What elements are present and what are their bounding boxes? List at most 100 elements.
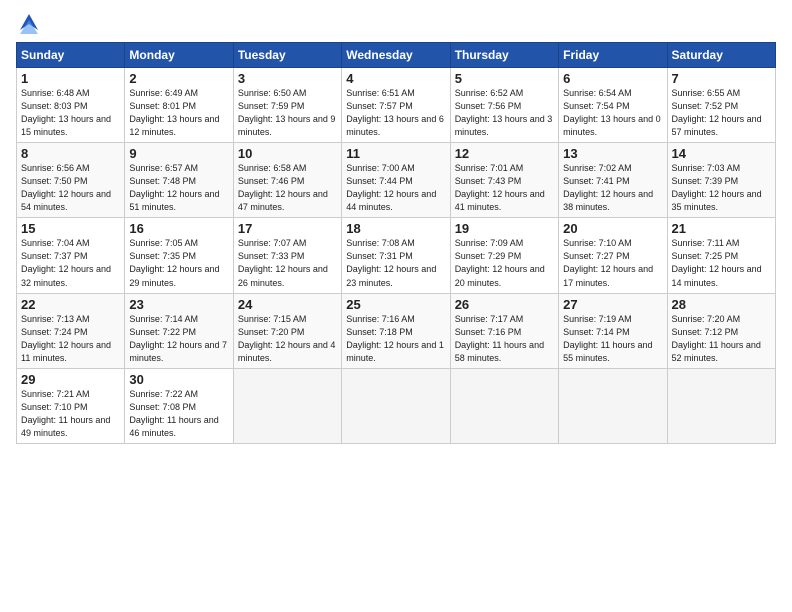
day-info: Sunrise: 7:17 AMSunset: 7:16 PMDaylight:…	[455, 314, 544, 363]
calendar-week-4: 22Sunrise: 7:13 AMSunset: 7:24 PMDayligh…	[17, 293, 776, 368]
day-info: Sunrise: 7:21 AMSunset: 7:10 PMDaylight:…	[21, 389, 110, 438]
day-info: Sunrise: 7:22 AMSunset: 7:08 PMDaylight:…	[129, 389, 218, 438]
day-number: 15	[21, 221, 120, 236]
day-info: Sunrise: 7:11 AMSunset: 7:25 PMDaylight:…	[672, 238, 762, 287]
day-info: Sunrise: 6:55 AMSunset: 7:52 PMDaylight:…	[672, 88, 762, 137]
calendar-cell: 2Sunrise: 6:49 AMSunset: 8:01 PMDaylight…	[125, 68, 233, 143]
calendar-header-friday: Friday	[559, 43, 667, 68]
calendar-cell	[233, 368, 341, 443]
calendar-cell: 16 Sunrise: 7:05 AMSunset: 7:35 PMDayligh…	[125, 218, 233, 293]
calendar-cell: 19 Sunrise: 7:09 AMSunset: 7:29 PMDayligh…	[450, 218, 558, 293]
day-info: Sunrise: 7:13 AMSunset: 7:24 PMDaylight:…	[21, 314, 111, 363]
calendar-header-sunday: Sunday	[17, 43, 125, 68]
day-info: Sunrise: 7:14 AMSunset: 7:22 PMDaylight:…	[129, 314, 227, 363]
calendar-cell	[450, 368, 558, 443]
day-number: 11	[346, 146, 445, 161]
calendar-cell: 6 Sunrise: 6:54 AMSunset: 7:54 PMDaylight…	[559, 68, 667, 143]
day-info: Sunrise: 6:52 AMSunset: 7:56 PMDaylight:…	[455, 88, 553, 137]
calendar-cell: 9 Sunrise: 6:57 AMSunset: 7:48 PMDaylight…	[125, 143, 233, 218]
day-number: 26	[455, 297, 554, 312]
day-number: 24	[238, 297, 337, 312]
logo	[16, 16, 40, 34]
day-number: 17	[238, 221, 337, 236]
day-number: 8	[21, 146, 120, 161]
calendar-cell: 29Sunrise: 7:21 AMSunset: 7:10 PMDayligh…	[17, 368, 125, 443]
calendar-table: SundayMondayTuesdayWednesdayThursdayFrid…	[16, 42, 776, 444]
day-info: Sunrise: 7:20 AMSunset: 7:12 PMDaylight:…	[672, 314, 761, 363]
calendar-header-thursday: Thursday	[450, 43, 558, 68]
calendar-cell: 11 Sunrise: 7:00 AMSunset: 7:44 PMDayligh…	[342, 143, 450, 218]
calendar-cell: 4 Sunrise: 6:51 AMSunset: 7:57 PMDaylight…	[342, 68, 450, 143]
calendar-cell: 28Sunrise: 7:20 AMSunset: 7:12 PMDayligh…	[667, 293, 775, 368]
day-number: 10	[238, 146, 337, 161]
day-info: Sunrise: 7:16 AMSunset: 7:18 PMDaylight:…	[346, 314, 444, 363]
day-number: 20	[563, 221, 662, 236]
day-number: 6	[563, 71, 662, 86]
calendar-header-tuesday: Tuesday	[233, 43, 341, 68]
day-number: 14	[672, 146, 771, 161]
calendar-cell: 1 Sunrise: 6:48 AMSunset: 8:03 PMDaylight…	[17, 68, 125, 143]
day-info: Sunrise: 7:00 AMSunset: 7:44 PMDaylight:…	[346, 163, 436, 212]
day-number: 23	[129, 297, 228, 312]
calendar-cell: 15 Sunrise: 7:04 AMSunset: 7:37 PMDayligh…	[17, 218, 125, 293]
day-info: Sunrise: 7:03 AMSunset: 7:39 PMDaylight:…	[672, 163, 762, 212]
day-info: Sunrise: 7:02 AMSunset: 7:41 PMDaylight:…	[563, 163, 653, 212]
day-number: 12	[455, 146, 554, 161]
calendar-cell: 17 Sunrise: 7:07 AMSunset: 7:33 PMDayligh…	[233, 218, 341, 293]
calendar-cell: 14 Sunrise: 7:03 AMSunset: 7:39 PMDayligh…	[667, 143, 775, 218]
day-info: Sunrise: 6:51 AMSunset: 7:57 PMDaylight:…	[346, 88, 444, 137]
calendar-cell: 13Sunrise: 7:02 AMSunset: 7:41 PMDayligh…	[559, 143, 667, 218]
calendar-header-saturday: Saturday	[667, 43, 775, 68]
day-number: 7	[672, 71, 771, 86]
calendar-cell: 30 Sunrise: 7:22 AMSunset: 7:08 PMDayligh…	[125, 368, 233, 443]
day-number: 21	[672, 221, 771, 236]
calendar-cell: 27 Sunrise: 7:19 AMSunset: 7:14 PMDayligh…	[559, 293, 667, 368]
calendar-cell	[667, 368, 775, 443]
day-number: 4	[346, 71, 445, 86]
calendar-cell: 25 Sunrise: 7:16 AMSunset: 7:18 PMDayligh…	[342, 293, 450, 368]
calendar-cell: 26 Sunrise: 7:17 AMSunset: 7:16 PMDayligh…	[450, 293, 558, 368]
day-info: Sunrise: 6:50 AMSunset: 7:59 PMDaylight:…	[238, 88, 336, 137]
calendar-week-1: 1 Sunrise: 6:48 AMSunset: 8:03 PMDaylight…	[17, 68, 776, 143]
day-info: Sunrise: 6:54 AMSunset: 7:54 PMDaylight:…	[563, 88, 661, 137]
day-number: 27	[563, 297, 662, 312]
logo-arrow-icon	[18, 12, 40, 34]
day-number: 3	[238, 71, 337, 86]
day-info: Sunrise: 7:05 AMSunset: 7:35 PMDaylight:…	[129, 238, 219, 287]
day-info: Sunrise: 6:49 AMSunset: 8:01 PMDaylight:…	[129, 88, 219, 137]
day-number: 30	[129, 372, 228, 387]
day-info: Sunrise: 7:10 AMSunset: 7:27 PMDaylight:…	[563, 238, 653, 287]
calendar-cell: 20 Sunrise: 7:10 AMSunset: 7:27 PMDayligh…	[559, 218, 667, 293]
calendar-cell: 23 Sunrise: 7:14 AMSunset: 7:22 PMDayligh…	[125, 293, 233, 368]
calendar-cell	[342, 368, 450, 443]
calendar-header-monday: Monday	[125, 43, 233, 68]
header	[16, 16, 776, 34]
day-info: Sunrise: 7:09 AMSunset: 7:29 PMDaylight:…	[455, 238, 545, 287]
calendar-header-wednesday: Wednesday	[342, 43, 450, 68]
calendar-cell: 10Sunrise: 6:58 AMSunset: 7:46 PMDayligh…	[233, 143, 341, 218]
calendar-cell: 21 Sunrise: 7:11 AMSunset: 7:25 PMDayligh…	[667, 218, 775, 293]
calendar-cell: 5 Sunrise: 6:52 AMSunset: 7:56 PMDaylight…	[450, 68, 558, 143]
day-info: Sunrise: 6:56 AMSunset: 7:50 PMDaylight:…	[21, 163, 111, 212]
day-info: Sunrise: 7:04 AMSunset: 7:37 PMDaylight:…	[21, 238, 111, 287]
day-number: 1	[21, 71, 120, 86]
day-number: 18	[346, 221, 445, 236]
calendar-cell: 3 Sunrise: 6:50 AMSunset: 7:59 PMDaylight…	[233, 68, 341, 143]
calendar-cell: 12 Sunrise: 7:01 AMSunset: 7:43 PMDayligh…	[450, 143, 558, 218]
calendar-cell: 24 Sunrise: 7:15 AMSunset: 7:20 PMDayligh…	[233, 293, 341, 368]
day-info: Sunrise: 6:57 AMSunset: 7:48 PMDaylight:…	[129, 163, 219, 212]
calendar-week-5: 29Sunrise: 7:21 AMSunset: 7:10 PMDayligh…	[17, 368, 776, 443]
day-number: 19	[455, 221, 554, 236]
day-info: Sunrise: 7:15 AMSunset: 7:20 PMDaylight:…	[238, 314, 336, 363]
day-info: Sunrise: 7:19 AMSunset: 7:14 PMDaylight:…	[563, 314, 652, 363]
day-info: Sunrise: 6:48 AMSunset: 8:03 PMDaylight:…	[21, 88, 111, 137]
day-number: 16	[129, 221, 228, 236]
day-number: 9	[129, 146, 228, 161]
calendar-cell	[559, 368, 667, 443]
day-info: Sunrise: 7:01 AMSunset: 7:43 PMDaylight:…	[455, 163, 545, 212]
day-info: Sunrise: 7:07 AMSunset: 7:33 PMDaylight:…	[238, 238, 328, 287]
day-number: 5	[455, 71, 554, 86]
calendar-cell: 18Sunrise: 7:08 AMSunset: 7:31 PMDayligh…	[342, 218, 450, 293]
day-number: 25	[346, 297, 445, 312]
calendar-cell: 8 Sunrise: 6:56 AMSunset: 7:50 PMDaylight…	[17, 143, 125, 218]
